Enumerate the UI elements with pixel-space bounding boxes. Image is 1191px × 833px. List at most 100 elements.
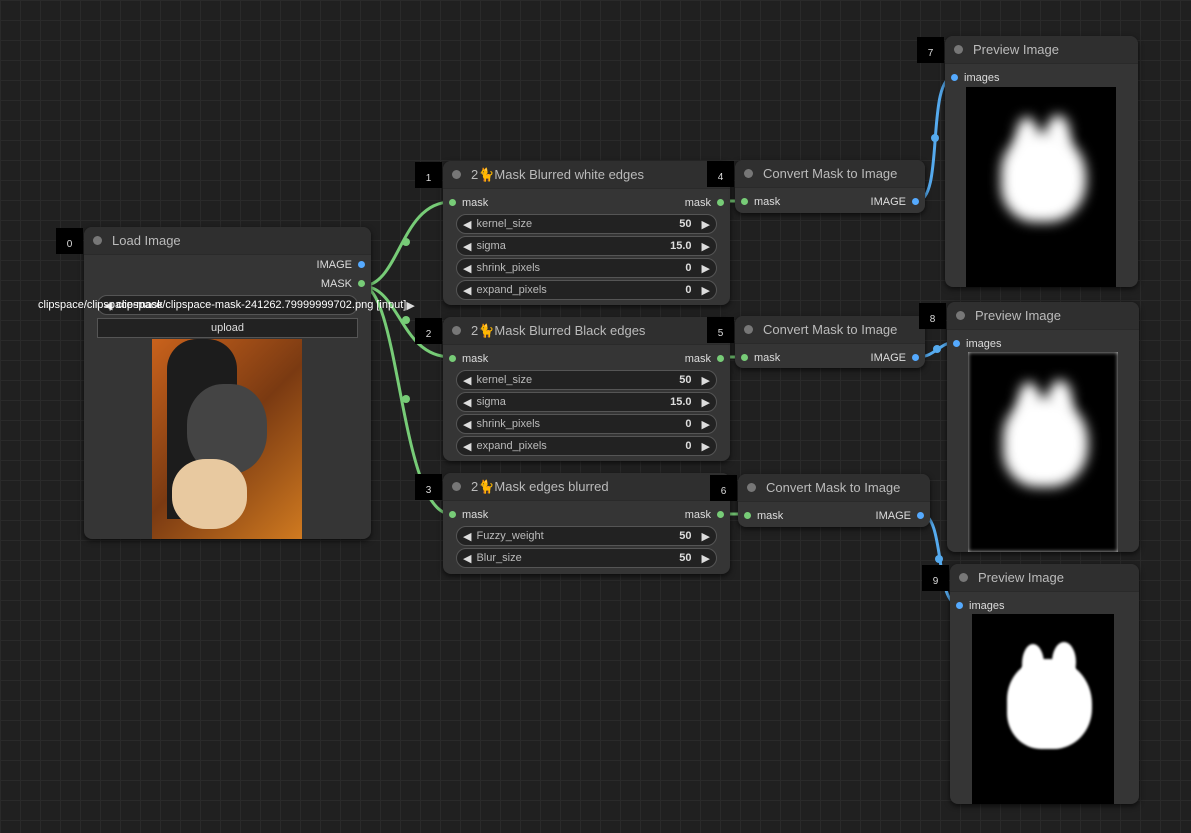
input-socket-icon[interactable] bbox=[956, 602, 963, 609]
collapse-dot-icon[interactable] bbox=[93, 236, 102, 245]
node-8[interactable]: Preview Image images bbox=[947, 302, 1139, 552]
node-title-bar[interactable]: Load Image bbox=[84, 227, 371, 255]
widget-kernel_size[interactable]: ◀ kernel_size 50 ▶ bbox=[456, 214, 717, 234]
input-socket-icon[interactable] bbox=[449, 511, 456, 518]
widget-value[interactable]: 0 bbox=[685, 440, 691, 452]
increment-arrow-icon[interactable]: ▶ bbox=[702, 262, 710, 275]
node-9[interactable]: Preview Image images bbox=[950, 564, 1139, 804]
upload-button[interactable]: upload bbox=[97, 318, 358, 338]
widget-value[interactable]: 50 bbox=[679, 552, 691, 564]
output-slot[interactable]: mask bbox=[685, 353, 724, 365]
widget-value[interactable]: 50 bbox=[679, 374, 691, 386]
input-slot[interactable]: mask bbox=[741, 352, 780, 364]
increment-arrow-icon[interactable]: ▶ bbox=[702, 530, 710, 543]
widget-value[interactable]: 50 bbox=[679, 530, 691, 542]
collapse-dot-icon[interactable] bbox=[954, 45, 963, 54]
output-slot[interactable]: IMAGE bbox=[871, 196, 919, 208]
node-0[interactable]: Load Image IMAGE MASK clipspace/clipspace-m… bbox=[38, 227, 415, 539]
node-7[interactable]: Preview Image images bbox=[945, 36, 1138, 287]
widget-sigma[interactable]: ◀ sigma 15.0 ▶ bbox=[456, 392, 717, 412]
widget-expand_pixels[interactable]: ◀ expand_pixels 0 ▶ bbox=[456, 436, 717, 456]
input-slot[interactable]: mask bbox=[449, 197, 488, 209]
collapse-dot-icon[interactable] bbox=[956, 311, 965, 320]
increment-arrow-icon[interactable]: ▶ bbox=[702, 418, 710, 431]
decrement-arrow-icon[interactable]: ◀ bbox=[463, 284, 471, 297]
widget-value[interactable]: 15.0 bbox=[670, 240, 691, 252]
next-arrow-icon[interactable]: ▶ bbox=[406, 299, 414, 312]
input-socket-icon[interactable] bbox=[741, 354, 748, 361]
output-socket-icon[interactable] bbox=[912, 198, 919, 205]
widget-value[interactable]: 50 bbox=[679, 218, 691, 230]
output-socket-icon[interactable] bbox=[717, 199, 724, 206]
collapse-dot-icon[interactable] bbox=[452, 326, 461, 335]
decrement-arrow-icon[interactable]: ◀ bbox=[463, 262, 471, 275]
output-slot[interactable]: mask bbox=[685, 197, 724, 209]
input-socket-icon[interactable] bbox=[953, 340, 960, 347]
output-socket-icon[interactable] bbox=[917, 512, 924, 519]
output-slot[interactable]: IMAGE bbox=[876, 510, 924, 522]
node-title-bar[interactable]: Convert Mask to Image bbox=[738, 474, 930, 502]
node-title-bar[interactable]: Preview Image bbox=[947, 302, 1139, 330]
decrement-arrow-icon[interactable]: ◀ bbox=[463, 552, 471, 565]
input-socket-icon[interactable] bbox=[449, 355, 456, 362]
increment-arrow-icon[interactable]: ▶ bbox=[702, 440, 710, 453]
decrement-arrow-icon[interactable]: ◀ bbox=[463, 396, 471, 409]
decrement-arrow-icon[interactable]: ◀ bbox=[463, 218, 471, 231]
input-slot[interactable]: images bbox=[953, 338, 1001, 350]
increment-arrow-icon[interactable]: ▶ bbox=[702, 374, 710, 387]
node-title-bar[interactable]: 2🐈Mask Blurred white edges bbox=[443, 161, 730, 189]
output-socket-icon[interactable] bbox=[717, 511, 724, 518]
node-title-bar[interactable]: 2🐈Mask Blurred Black edges bbox=[443, 317, 730, 345]
collapse-dot-icon[interactable] bbox=[744, 325, 753, 334]
node-title-bar[interactable]: Convert Mask to Image bbox=[735, 160, 925, 188]
output-socket-icon[interactable] bbox=[717, 355, 724, 362]
input-slot[interactable]: mask bbox=[741, 196, 780, 208]
widget-value[interactable]: 15.0 bbox=[670, 396, 691, 408]
node-2[interactable]: 2🐈Mask Blurred Black edges mask mask ◀ kerne… bbox=[443, 317, 730, 461]
widget-shrink_pixels[interactable]: ◀ shrink_pixels 0 ▶ bbox=[456, 414, 717, 434]
input-slot[interactable]: mask bbox=[449, 353, 488, 365]
collapse-dot-icon[interactable] bbox=[959, 573, 968, 582]
node-title-bar[interactable]: Preview Image bbox=[945, 36, 1138, 64]
widget-value[interactable]: 0 bbox=[685, 262, 691, 274]
increment-arrow-icon[interactable]: ▶ bbox=[702, 552, 710, 565]
image-file-combo[interactable]: clipspace/clipspace-mask ◀ clipspace/clips… bbox=[38, 295, 415, 315]
collapse-dot-icon[interactable] bbox=[744, 169, 753, 178]
widget-value[interactable]: 0 bbox=[685, 284, 691, 296]
collapse-dot-icon[interactable] bbox=[452, 482, 461, 491]
input-socket-icon[interactable] bbox=[744, 512, 751, 519]
input-slot[interactable]: mask bbox=[744, 510, 783, 522]
output-slot[interactable]: IMAGE bbox=[871, 352, 919, 364]
output-socket-icon[interactable] bbox=[358, 280, 365, 287]
widget-shrink_pixels[interactable]: ◀ shrink_pixels 0 ▶ bbox=[456, 258, 717, 278]
increment-arrow-icon[interactable]: ▶ bbox=[702, 240, 710, 253]
node-1[interactable]: 2🐈Mask Blurred white edges mask mask ◀ kerne… bbox=[443, 161, 730, 305]
output-slot[interactable]: mask bbox=[685, 509, 724, 521]
widget-expand_pixels[interactable]: ◀ expand_pixels 0 ▶ bbox=[456, 280, 717, 300]
increment-arrow-icon[interactable]: ▶ bbox=[702, 284, 710, 297]
node-title-bar[interactable]: Preview Image bbox=[950, 564, 1139, 592]
input-slot[interactable]: mask bbox=[449, 509, 488, 521]
decrement-arrow-icon[interactable]: ◀ bbox=[463, 240, 471, 253]
decrement-arrow-icon[interactable]: ◀ bbox=[463, 440, 471, 453]
decrement-arrow-icon[interactable]: ◀ bbox=[463, 418, 471, 431]
node-4[interactable]: Convert Mask to Image mask IMAGE bbox=[735, 160, 925, 213]
collapse-dot-icon[interactable] bbox=[747, 483, 756, 492]
node-5[interactable]: Convert Mask to Image mask IMAGE bbox=[735, 316, 925, 368]
collapse-dot-icon[interactable] bbox=[452, 170, 461, 179]
node-title-bar[interactable]: 2🐈Mask edges blurred bbox=[443, 473, 730, 501]
node-6[interactable]: Convert Mask to Image mask IMAGE bbox=[738, 474, 930, 527]
output-slot[interactable]: MASK bbox=[321, 278, 365, 290]
input-slot[interactable]: images bbox=[951, 72, 999, 84]
node-title-bar[interactable]: Convert Mask to Image bbox=[735, 316, 925, 344]
widget-kernel_size[interactable]: ◀ kernel_size 50 ▶ bbox=[456, 370, 717, 390]
output-socket-icon[interactable] bbox=[358, 261, 365, 268]
input-socket-icon[interactable] bbox=[449, 199, 456, 206]
output-slot[interactable]: IMAGE bbox=[317, 259, 365, 271]
increment-arrow-icon[interactable]: ▶ bbox=[702, 218, 710, 231]
input-slot[interactable]: images bbox=[956, 600, 1004, 612]
output-socket-icon[interactable] bbox=[912, 354, 919, 361]
widget-blur_size[interactable]: ◀ Blur_size 50 ▶ bbox=[456, 548, 717, 568]
widget-sigma[interactable]: ◀ sigma 15.0 ▶ bbox=[456, 236, 717, 256]
input-socket-icon[interactable] bbox=[951, 74, 958, 81]
